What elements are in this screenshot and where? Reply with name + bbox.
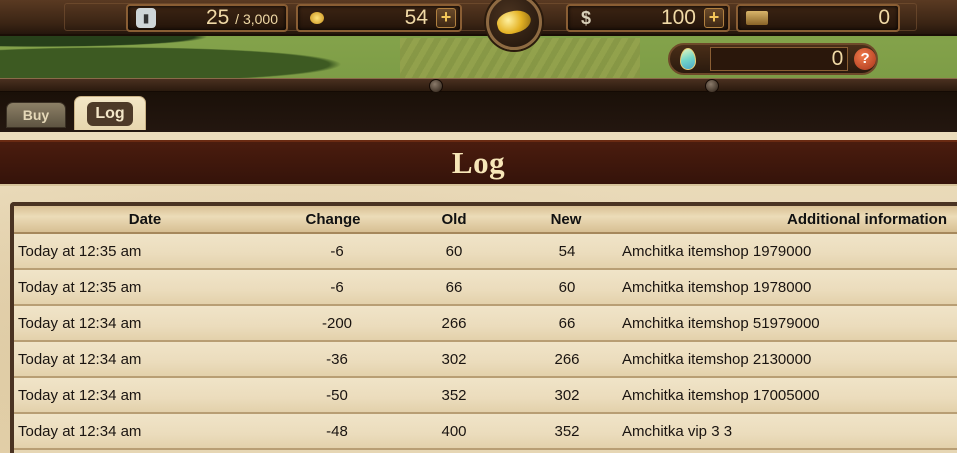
cell-date: Today at 12:34 am	[18, 386, 142, 404]
cell-old: 400	[441, 422, 467, 440]
dollar-value: 100	[660, 6, 696, 29]
cell-date: Today at 12:34 am	[18, 350, 142, 368]
dollar-counter: $ 100 +	[566, 4, 730, 32]
egg-icon	[680, 48, 696, 70]
rivet-icon	[705, 79, 719, 92]
cell-info: Amchitka itemshop 1978000	[622, 278, 812, 296]
cell-change: -36	[326, 350, 348, 368]
cell-old: 352	[441, 386, 467, 404]
top-hud: ▮ 25 / 3,000 54 + $ 100 + 0 0 ?	[0, 0, 957, 92]
cell-old: 60	[445, 242, 463, 260]
log-panel: Log Date Change Old New Additional infor…	[0, 132, 957, 453]
energy-value: 25 / 3,000	[205, 6, 278, 29]
bonds-value: 0	[878, 6, 890, 29]
tab-log[interactable]: Log	[74, 96, 146, 130]
bonds-counter: 0	[736, 4, 900, 32]
cell-change: -6	[330, 278, 344, 296]
cell-new: 302	[554, 386, 580, 404]
table-row: Today at 12:34 am -200 266 66 Amchitka i…	[14, 306, 957, 342]
cell-info: Amchitka vip 3 3	[622, 422, 733, 440]
table-row: Today at 12:34 am -36 302 266 Amchitka i…	[14, 342, 957, 378]
table-row: Today at 12:34 am -50 352 302 Amchitka i…	[14, 378, 957, 414]
table-row: Today at 12:34 am -48 400 352 Amchitka v…	[14, 414, 957, 450]
cell-date: Today at 12:34 am	[18, 314, 142, 332]
header-new[interactable]: New	[518, 211, 614, 228]
hud-rail	[0, 78, 957, 92]
egg-counter: 0 ?	[668, 43, 878, 75]
egg-value: 0	[709, 47, 849, 71]
title-band: Log	[0, 140, 957, 186]
cell-change: -200	[321, 314, 353, 332]
cell-change: -6	[330, 242, 344, 260]
tab-log-label: Log	[87, 101, 133, 126]
cell-old: 66	[445, 278, 463, 296]
nugget-value: 54	[404, 6, 428, 29]
cell-date: Today at 12:34 am	[18, 422, 142, 440]
header-additional-info[interactable]: Additional information	[614, 211, 957, 228]
gold-nugget-icon	[494, 6, 534, 38]
header-date[interactable]: Date	[14, 211, 276, 228]
header-change[interactable]: Change	[276, 211, 390, 228]
table-row: Today at 12:35 am -6 60 54 Amchitka item…	[14, 234, 957, 270]
buy-dollars-button[interactable]: +	[704, 8, 724, 28]
dollar-icon: $	[580, 7, 591, 28]
buy-nuggets-button[interactable]: +	[436, 8, 456, 28]
cell-info: Amchitka itemshop 1979000	[622, 242, 812, 260]
tab-bar: Buy Log	[0, 92, 957, 134]
table-row: Today at 12:35 am -6 66 60 Amchitka item…	[14, 270, 957, 306]
table-header: Date Change Old New Additional informati…	[14, 206, 957, 234]
energy-counter: ▮ 25 / 3,000	[126, 4, 288, 32]
nugget-counter: 54 +	[296, 4, 462, 32]
cell-old: 302	[441, 350, 467, 368]
cell-info: Amchitka itemshop 2130000	[622, 350, 812, 368]
cell-new: 66	[558, 314, 576, 332]
help-icon[interactable]: ?	[854, 48, 876, 70]
gold-nugget-icon	[310, 12, 324, 24]
cell-info: Amchitka itemshop 51979000	[622, 314, 820, 332]
header-old[interactable]: Old	[390, 211, 518, 228]
cell-change: -50	[326, 386, 348, 404]
cell-date: Today at 12:35 am	[18, 242, 142, 260]
cell-old: 266	[441, 314, 467, 332]
cell-new: 60	[558, 278, 576, 296]
log-table: Date Change Old New Additional informati…	[10, 202, 957, 453]
page-title: Log	[451, 145, 506, 180]
cell-date: Today at 12:35 am	[18, 278, 142, 296]
bond-chest-icon	[746, 11, 768, 25]
cell-change: -48	[326, 422, 348, 440]
tab-buy[interactable]: Buy	[6, 102, 66, 128]
cell-info: Amchitka itemshop 17005000	[622, 386, 820, 404]
rivet-icon	[429, 79, 443, 92]
cell-new: 266	[554, 350, 580, 368]
cell-new: 54	[558, 242, 576, 260]
energy-card-icon: ▮	[136, 8, 156, 28]
cell-new: 352	[554, 422, 580, 440]
